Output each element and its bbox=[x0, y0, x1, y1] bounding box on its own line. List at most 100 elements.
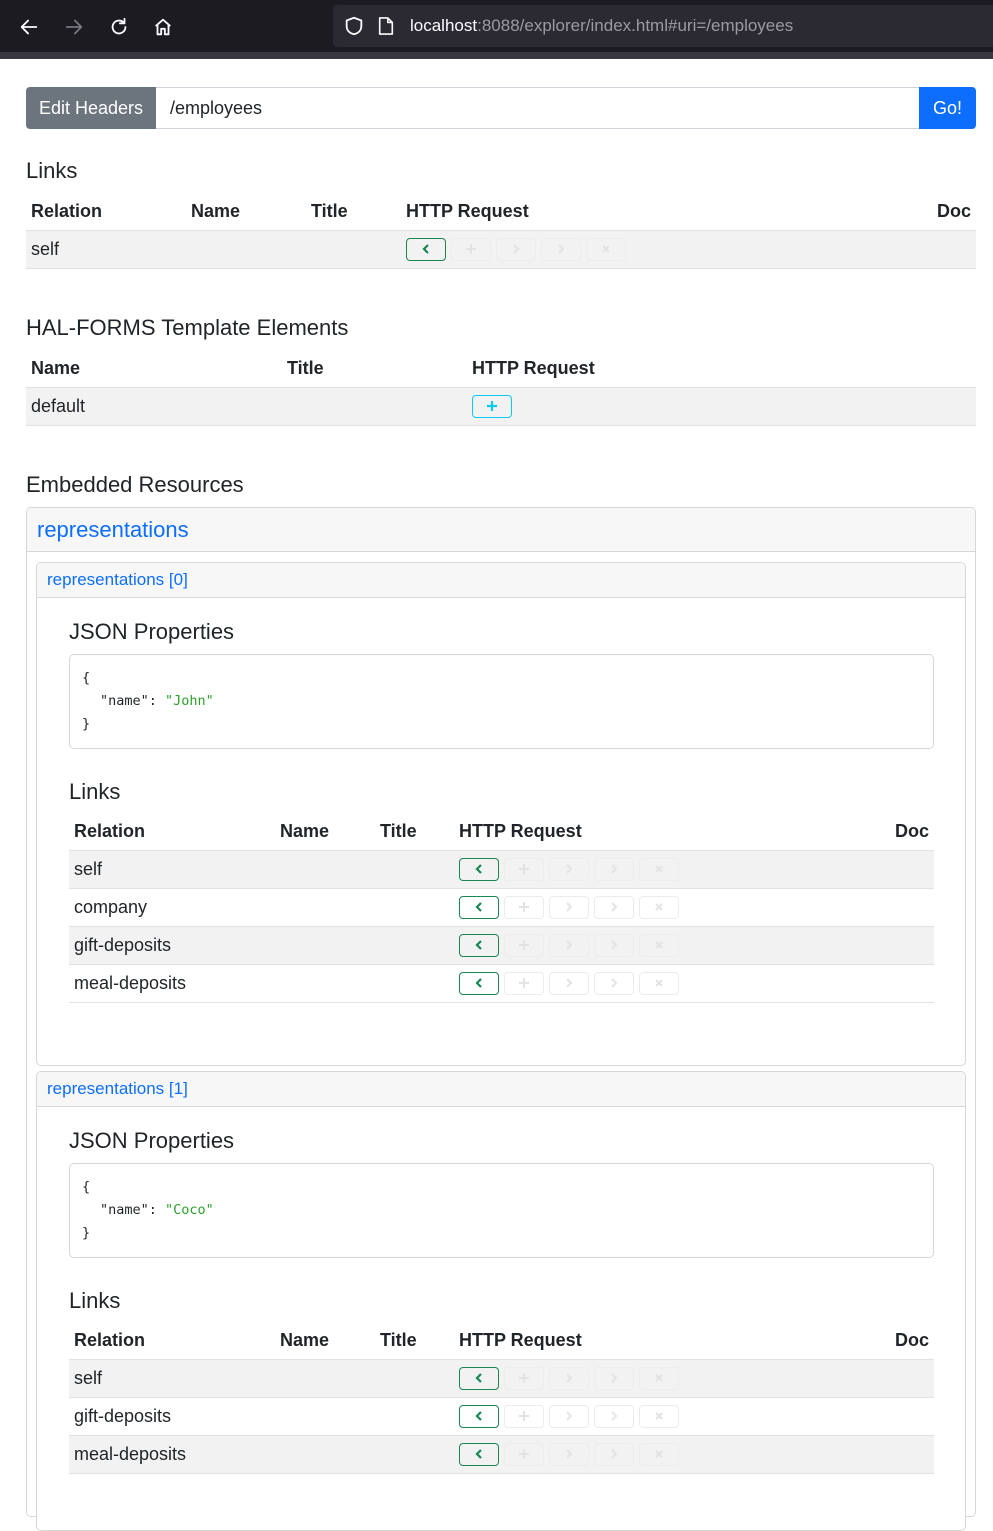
put-button[interactable] bbox=[549, 895, 589, 919]
patch-button[interactable] bbox=[594, 1404, 634, 1428]
chevron-right-icon bbox=[566, 1411, 573, 1421]
url-text[interactable]: localhost:8088/explorer/index.html#uri=/… bbox=[410, 16, 793, 36]
forward-button[interactable] bbox=[57, 10, 91, 44]
put-button[interactable] bbox=[549, 933, 589, 957]
templates-table: Name Title HTTP Request default bbox=[26, 350, 976, 426]
post-button[interactable] bbox=[504, 1366, 544, 1390]
browser-toolbar: localhost:8088/explorer/index.html#uri=/… bbox=[0, 0, 993, 59]
get-button[interactable] bbox=[459, 857, 499, 881]
page-icon[interactable] bbox=[377, 16, 395, 36]
chevron-left-icon bbox=[475, 864, 482, 874]
get-button[interactable] bbox=[459, 933, 499, 957]
edit-headers-button[interactable]: Edit Headers bbox=[26, 87, 156, 129]
delete-button[interactable] bbox=[639, 971, 679, 995]
col-http-request: HTTP Request bbox=[472, 357, 595, 378]
chevron-left-icon bbox=[475, 1449, 482, 1459]
delete-button[interactable] bbox=[639, 1404, 679, 1428]
put-button[interactable] bbox=[549, 857, 589, 881]
chevron-right-icon bbox=[611, 1411, 618, 1421]
links-table: Relation Name Title HTTP Request Doc sel… bbox=[69, 813, 934, 1003]
get-button[interactable] bbox=[459, 1442, 499, 1466]
json-brace: { bbox=[82, 1179, 91, 1195]
patch-button[interactable] bbox=[594, 1366, 634, 1390]
home-button[interactable] bbox=[146, 10, 180, 44]
get-button[interactable] bbox=[459, 1366, 499, 1390]
get-button[interactable] bbox=[406, 237, 446, 261]
delete-button[interactable] bbox=[639, 895, 679, 919]
chevron-right-icon bbox=[566, 902, 573, 912]
post-button[interactable] bbox=[504, 933, 544, 957]
uri-input[interactable] bbox=[156, 87, 919, 129]
post-button[interactable] bbox=[472, 394, 512, 418]
embedded-heading: Embedded Resources bbox=[26, 472, 244, 497]
chevron-right-icon bbox=[611, 1373, 618, 1383]
col-name: Name bbox=[31, 357, 81, 378]
patch-button[interactable] bbox=[541, 237, 581, 261]
link-relation: meal-deposits bbox=[69, 1434, 275, 1474]
x-icon bbox=[655, 941, 663, 949]
chevron-right-icon bbox=[566, 940, 573, 950]
delete-button[interactable] bbox=[639, 1366, 679, 1390]
http-request-buttons bbox=[472, 394, 971, 418]
patch-button[interactable] bbox=[594, 933, 634, 957]
post-button[interactable] bbox=[504, 895, 544, 919]
link-doc bbox=[926, 229, 976, 269]
post-button[interactable] bbox=[451, 237, 491, 261]
put-button[interactable] bbox=[496, 237, 536, 261]
patch-button[interactable] bbox=[594, 1442, 634, 1466]
representation-header[interactable]: representations [0] bbox=[37, 563, 965, 598]
chevron-right-icon bbox=[611, 978, 618, 988]
shield-icon[interactable] bbox=[343, 15, 365, 37]
delete-button[interactable] bbox=[639, 857, 679, 881]
chevron-left-icon bbox=[475, 940, 482, 950]
chevron-left-icon bbox=[475, 1373, 482, 1383]
post-button[interactable] bbox=[504, 1442, 544, 1466]
json-properties-heading: JSON Properties bbox=[69, 619, 235, 644]
put-button[interactable] bbox=[549, 1404, 589, 1428]
arrow-left-icon bbox=[20, 19, 38, 35]
templates-heading: HAL-FORMS Template Elements bbox=[26, 315, 349, 340]
table-row: meal-deposits bbox=[69, 1434, 934, 1474]
reload-button[interactable] bbox=[102, 10, 136, 44]
post-button[interactable] bbox=[504, 971, 544, 995]
col-name: Name bbox=[191, 200, 241, 221]
get-button[interactable] bbox=[459, 971, 499, 995]
col-doc: Doc bbox=[894, 1329, 929, 1350]
back-button[interactable] bbox=[12, 10, 46, 44]
x-icon bbox=[655, 1450, 663, 1458]
json-line: "name": "Coco" bbox=[100, 1202, 214, 1218]
get-button[interactable] bbox=[459, 895, 499, 919]
chevron-right-icon bbox=[513, 244, 520, 254]
chevron-right-icon bbox=[566, 978, 573, 988]
table-row: gift-deposits bbox=[69, 925, 934, 964]
put-button[interactable] bbox=[549, 1366, 589, 1390]
links-heading: Links bbox=[69, 1288, 121, 1313]
delete-button[interactable] bbox=[639, 1442, 679, 1466]
delete-button[interactable] bbox=[639, 933, 679, 957]
patch-button[interactable] bbox=[594, 895, 634, 919]
plus-icon bbox=[487, 401, 497, 411]
embedded-group-header[interactable]: representations bbox=[27, 508, 975, 552]
link-relation: meal-deposits bbox=[69, 963, 275, 1003]
representation-header[interactable]: representations [1] bbox=[37, 1072, 965, 1107]
col-title: Title bbox=[311, 200, 348, 221]
patch-button[interactable] bbox=[594, 971, 634, 995]
request-bar: Edit Headers Go! bbox=[26, 87, 976, 129]
post-button[interactable] bbox=[504, 857, 544, 881]
post-button[interactable] bbox=[504, 1404, 544, 1428]
go-button[interactable]: Go! bbox=[919, 87, 976, 129]
get-button[interactable] bbox=[459, 1404, 499, 1428]
put-button[interactable] bbox=[549, 971, 589, 995]
patch-button[interactable] bbox=[594, 857, 634, 881]
delete-button[interactable] bbox=[586, 237, 626, 261]
col-doc: Doc bbox=[936, 200, 971, 221]
embedded-group-link[interactable]: representations bbox=[37, 517, 189, 543]
representation-link[interactable]: representations [0] bbox=[47, 570, 188, 590]
link-relation: self bbox=[69, 1358, 275, 1397]
json-properties-box: { "name": "Coco" } bbox=[69, 1163, 934, 1258]
url-bar[interactable]: localhost:8088/explorer/index.html#uri=/… bbox=[333, 5, 993, 47]
link-relation: self bbox=[69, 849, 275, 888]
put-button[interactable] bbox=[549, 1442, 589, 1466]
chevron-right-icon bbox=[611, 864, 618, 874]
representation-link[interactable]: representations [1] bbox=[47, 1079, 188, 1099]
